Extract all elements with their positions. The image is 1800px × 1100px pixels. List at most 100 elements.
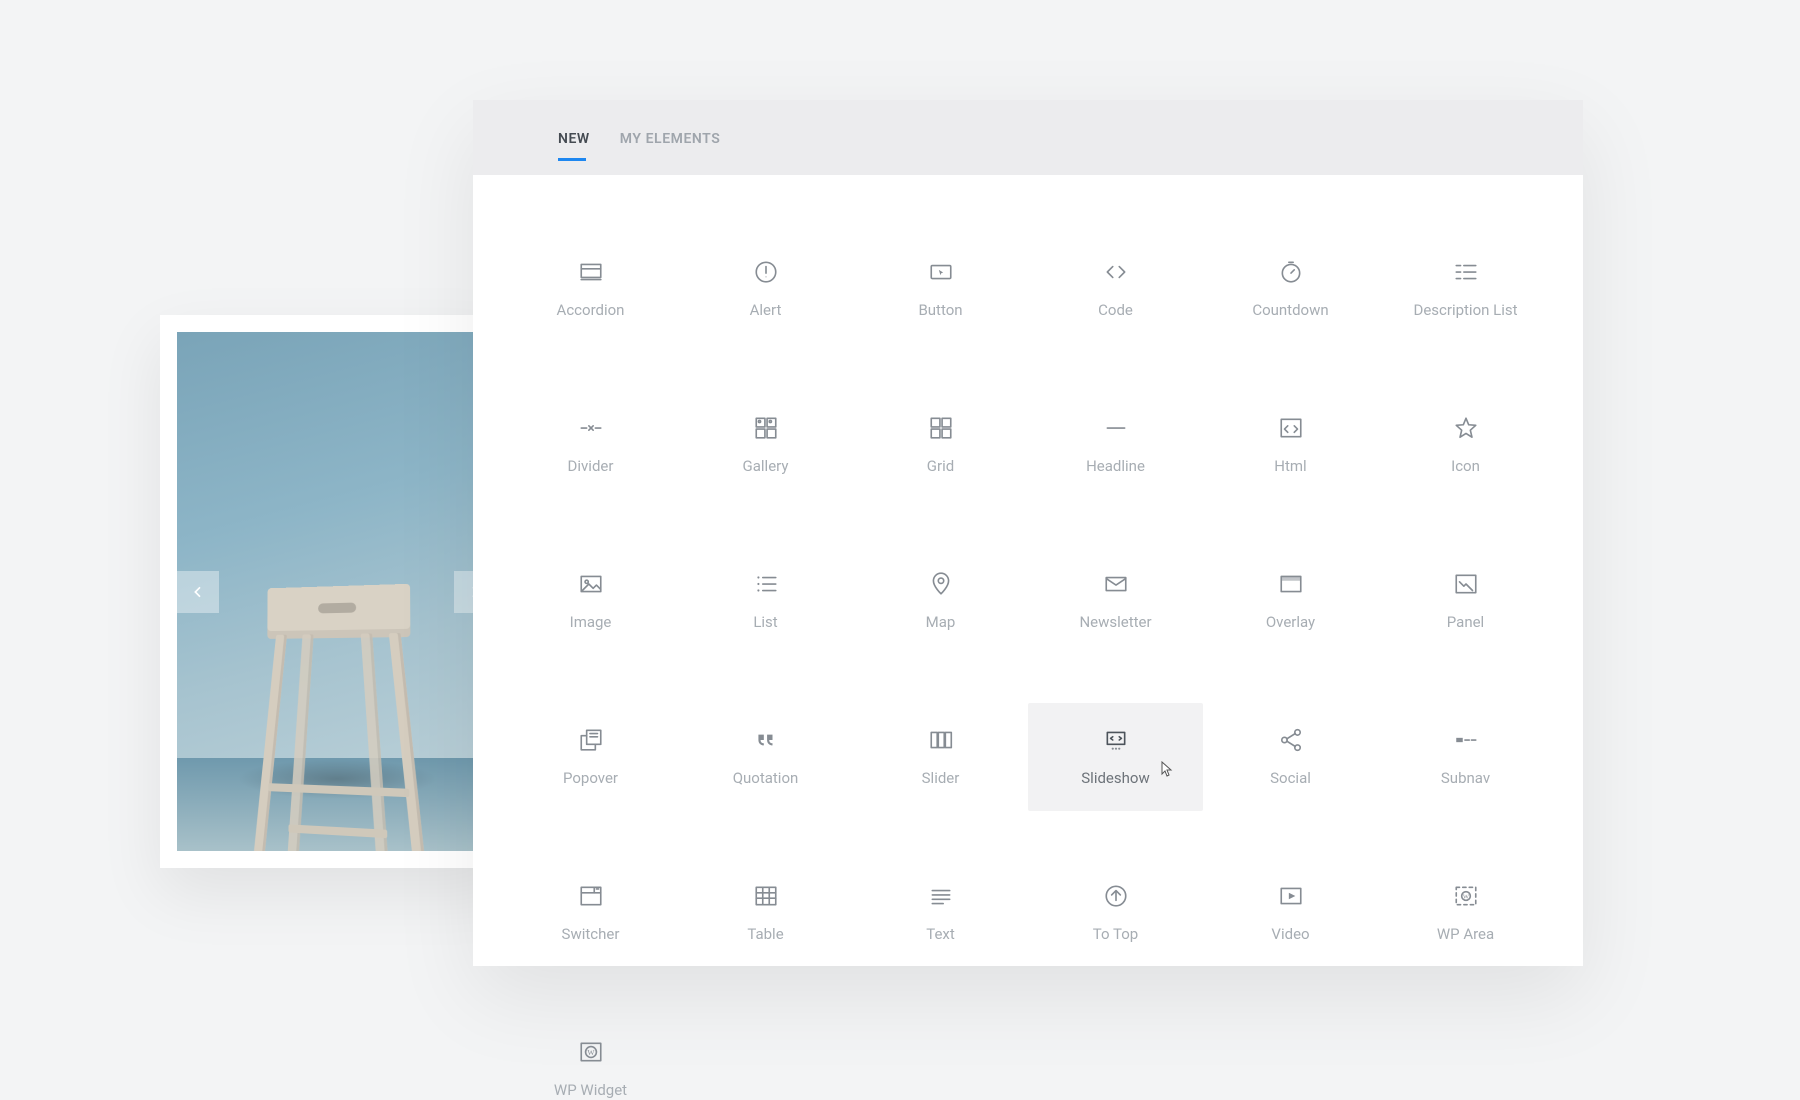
element-grid[interactable]: Grid [853,391,1028,499]
arrow-up-icon [1103,883,1129,909]
accordion-icon [578,259,604,285]
text-icon [928,883,954,909]
element-label: Grid [927,457,954,475]
element-icon[interactable]: Icon [1378,391,1553,499]
video-icon [1278,883,1304,909]
element-description-list[interactable]: Description List [1378,235,1553,343]
element-accordion[interactable]: Accordion [503,235,678,343]
element-gallery[interactable]: Gallery [678,391,853,499]
element-video[interactable]: Video [1203,859,1378,967]
chevron-left-icon [190,584,206,600]
slider-icon [928,727,954,753]
popover-icon [578,727,604,753]
code-icon [1103,259,1129,285]
element-label: WP Widget [554,1081,627,1099]
alert-icon [753,259,779,285]
element-html[interactable]: Html [1203,391,1378,499]
element-label: Panel [1447,613,1484,631]
element-quotation[interactable]: Quotation [678,703,853,811]
element-headline[interactable]: Headline [1028,391,1203,499]
element-label: To Top [1093,925,1138,943]
element-label: Social [1270,769,1311,787]
element-divider[interactable]: Divider [503,391,678,499]
tab-new[interactable]: NEW [558,102,590,173]
element-label: Accordion [557,301,625,319]
element-image[interactable]: Image [503,547,678,655]
element-label: Subnav [1441,769,1490,787]
element-code[interactable]: Code [1028,235,1203,343]
pointer-cursor-icon [1157,761,1173,781]
element-to-top[interactable]: To Top [1028,859,1203,967]
countdown-icon [1278,259,1304,285]
element-label: Alert [750,301,782,319]
map-pin-icon [928,571,954,597]
element-label: Slider [922,769,960,787]
element-label: Newsletter [1079,613,1151,631]
headline-icon [1103,415,1129,441]
divider-icon [578,415,604,441]
quote-icon [753,727,779,753]
element-label: Code [1098,301,1133,319]
element-label: Slideshow [1081,769,1149,787]
subnav-icon [1453,727,1479,753]
slideshow-icon [1103,727,1129,753]
element-label: Popover [563,769,618,787]
element-label: Divider [568,457,614,475]
tab-my-elements[interactable]: MY ELEMENTS [620,102,721,173]
element-overlay[interactable]: Overlay [1203,547,1378,655]
grid-icon [928,415,954,441]
gallery-icon [753,415,779,441]
element-label: Icon [1451,457,1480,475]
element-label: List [753,613,777,631]
mail-icon [1103,571,1129,597]
button-icon [928,259,954,285]
element-map[interactable]: Map [853,547,1028,655]
element-text[interactable]: Text [853,859,1028,967]
element-label: Overlay [1266,613,1315,631]
element-social[interactable]: Social [1203,703,1378,811]
element-grid: Accordion Alert Button Code Countdown Descrip… [473,175,1583,1100]
slide-prev-button[interactable] [177,571,219,613]
element-label: WP Area [1437,925,1494,943]
panel-tabs: NEW MY ELEMENTS [473,100,1583,175]
element-switcher[interactable]: Switcher [503,859,678,967]
element-button[interactable]: Button [853,235,1028,343]
svg-text:W: W [587,1048,595,1057]
element-subnav[interactable]: Subnav [1378,703,1553,811]
element-wp-widget[interactable]: W WP Widget [503,1015,678,1100]
svg-text:W: W [1462,894,1469,901]
element-label: Quotation [733,769,799,787]
element-panel[interactable]: Panel [1378,547,1553,655]
element-label: Map [926,613,956,631]
share-icon [1278,727,1304,753]
stool-illustration [267,584,410,639]
element-slider[interactable]: Slider [853,703,1028,811]
switcher-icon [578,883,604,909]
list-icon [753,571,779,597]
element-table[interactable]: Table [678,859,853,967]
element-label: Html [1274,457,1306,475]
html-icon [1278,415,1304,441]
element-slideshow[interactable]: Slideshow [1028,703,1203,811]
table-icon [753,883,779,909]
element-label: Headline [1086,457,1145,475]
element-wp-area[interactable]: W WP Area [1378,859,1553,967]
slide-image [177,332,496,851]
element-popover[interactable]: Popover [503,703,678,811]
slideshow-preview-card [160,315,513,868]
element-label: Video [1271,925,1309,943]
element-label: Description List [1413,301,1517,319]
element-label: Image [570,613,612,631]
element-label: Switcher [562,925,620,943]
element-label: Text [926,925,955,943]
element-label: Button [918,301,962,319]
star-icon [1453,415,1479,441]
element-alert[interactable]: Alert [678,235,853,343]
image-icon [578,571,604,597]
panel-icon [1453,571,1479,597]
element-list[interactable]: List [678,547,853,655]
wp-widget-icon: W [578,1039,604,1065]
overlay-icon [1278,571,1304,597]
element-newsletter[interactable]: Newsletter [1028,547,1203,655]
element-countdown[interactable]: Countdown [1203,235,1378,343]
